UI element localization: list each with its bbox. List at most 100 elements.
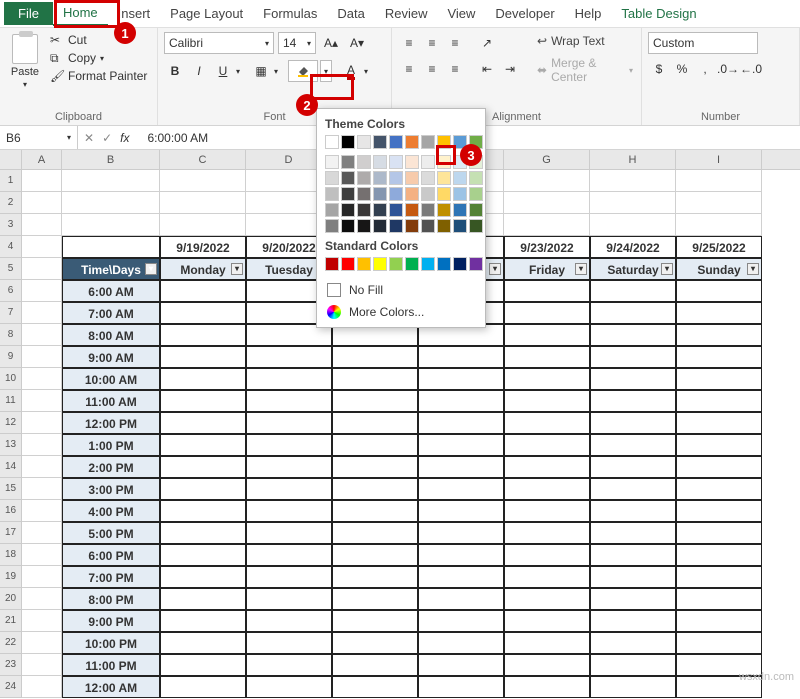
- cell[interactable]: [590, 588, 676, 610]
- color-swatch[interactable]: [405, 257, 419, 271]
- time-cell[interactable]: 10:00 AM: [62, 368, 160, 390]
- row-header[interactable]: 18: [0, 544, 22, 566]
- color-swatch[interactable]: [469, 257, 483, 271]
- cell[interactable]: [418, 500, 504, 522]
- cell[interactable]: [22, 654, 62, 676]
- cell[interactable]: 9/24/2022: [590, 236, 676, 258]
- column-header[interactable]: B: [62, 150, 160, 169]
- cell[interactable]: [332, 588, 418, 610]
- color-swatch[interactable]: [437, 257, 451, 271]
- cell[interactable]: [676, 522, 762, 544]
- time-cell[interactable]: 7:00 AM: [62, 302, 160, 324]
- cell[interactable]: [332, 500, 418, 522]
- cell[interactable]: [160, 214, 246, 236]
- time-cell[interactable]: 9:00 AM: [62, 346, 160, 368]
- color-swatch[interactable]: [357, 203, 371, 217]
- color-swatch[interactable]: [341, 171, 355, 185]
- cell[interactable]: [160, 346, 246, 368]
- color-swatch[interactable]: [357, 155, 371, 169]
- cell[interactable]: 9/25/2022: [676, 236, 762, 258]
- time-cell[interactable]: 6:00 PM: [62, 544, 160, 566]
- tab-data[interactable]: Data: [327, 2, 374, 25]
- color-swatch[interactable]: [453, 187, 467, 201]
- cell[interactable]: [160, 390, 246, 412]
- cell[interactable]: [418, 676, 504, 698]
- font-size-combo[interactable]: 14▾: [278, 32, 316, 54]
- time-cell[interactable]: 2:00 PM: [62, 456, 160, 478]
- indent-decrease-button[interactable]: ⇤: [476, 58, 498, 80]
- cell[interactable]: [246, 456, 332, 478]
- time-cell[interactable]: 8:00 PM: [62, 588, 160, 610]
- color-swatch[interactable]: [389, 171, 403, 185]
- cell[interactable]: [22, 610, 62, 632]
- cell[interactable]: Friday▾: [504, 258, 590, 280]
- cell[interactable]: [418, 368, 504, 390]
- color-swatch[interactable]: [469, 187, 483, 201]
- copy-button[interactable]: ⧉Copy▾: [48, 50, 149, 66]
- cell[interactable]: [676, 434, 762, 456]
- cell[interactable]: [676, 456, 762, 478]
- time-cell[interactable]: 12:00 PM: [62, 412, 160, 434]
- cell[interactable]: [160, 280, 246, 302]
- row-header[interactable]: 17: [0, 522, 22, 544]
- filter-dropdown-icon[interactable]: ▾: [145, 263, 157, 275]
- cell[interactable]: [504, 610, 590, 632]
- color-swatch[interactable]: [325, 203, 339, 217]
- cell[interactable]: [160, 522, 246, 544]
- color-swatch[interactable]: [325, 135, 339, 149]
- cell[interactable]: [22, 170, 62, 192]
- row-header[interactable]: 13: [0, 434, 22, 456]
- cell[interactable]: Sunday▾: [676, 258, 762, 280]
- currency-button[interactable]: $: [648, 58, 670, 80]
- color-swatch[interactable]: [357, 135, 371, 149]
- decrease-decimal-button[interactable]: ←.0: [740, 58, 762, 80]
- cell[interactable]: [590, 170, 676, 192]
- cell[interactable]: [332, 654, 418, 676]
- cell[interactable]: [246, 588, 332, 610]
- wrap-text-button[interactable]: ↩Wrap Text: [535, 32, 635, 50]
- cell[interactable]: [22, 676, 62, 698]
- color-swatch[interactable]: [325, 171, 339, 185]
- color-swatch[interactable]: [357, 257, 371, 271]
- cell[interactable]: [676, 610, 762, 632]
- color-swatch[interactable]: [405, 203, 419, 217]
- row-header[interactable]: 16: [0, 500, 22, 522]
- cell[interactable]: [504, 456, 590, 478]
- cell[interactable]: [590, 456, 676, 478]
- tab-developer[interactable]: Developer: [485, 2, 564, 25]
- color-swatch[interactable]: [421, 135, 435, 149]
- color-swatch[interactable]: [341, 155, 355, 169]
- cell[interactable]: [590, 302, 676, 324]
- cell[interactable]: [246, 478, 332, 500]
- cell[interactable]: [246, 522, 332, 544]
- cell[interactable]: [590, 676, 676, 698]
- cell[interactable]: [418, 478, 504, 500]
- align-right-button[interactable]: ≡: [444, 58, 466, 80]
- cell[interactable]: [62, 236, 160, 258]
- cell[interactable]: [676, 324, 762, 346]
- row-header[interactable]: 6: [0, 280, 22, 302]
- cell[interactable]: [246, 346, 332, 368]
- cell[interactable]: [418, 544, 504, 566]
- cell[interactable]: [22, 280, 62, 302]
- cell[interactable]: [160, 544, 246, 566]
- cell[interactable]: [590, 610, 676, 632]
- orientation-button[interactable]: ↗: [476, 32, 498, 54]
- tab-page-layout[interactable]: Page Layout: [160, 2, 253, 25]
- cell[interactable]: [418, 566, 504, 588]
- time-cell[interactable]: 8:00 AM: [62, 324, 160, 346]
- cell[interactable]: [504, 390, 590, 412]
- color-swatch[interactable]: [437, 135, 451, 149]
- color-swatch[interactable]: [389, 219, 403, 233]
- cell[interactable]: [160, 434, 246, 456]
- color-swatch[interactable]: [437, 203, 451, 217]
- cell[interactable]: [418, 632, 504, 654]
- color-swatch[interactable]: [453, 257, 467, 271]
- color-swatch[interactable]: [469, 171, 483, 185]
- paste-button[interactable]: Paste ▾: [6, 32, 44, 89]
- tab-insert[interactable]: Insert: [108, 2, 161, 25]
- cell[interactable]: [22, 214, 62, 236]
- color-swatch[interactable]: [453, 171, 467, 185]
- cell[interactable]: [332, 566, 418, 588]
- color-swatch[interactable]: [325, 155, 339, 169]
